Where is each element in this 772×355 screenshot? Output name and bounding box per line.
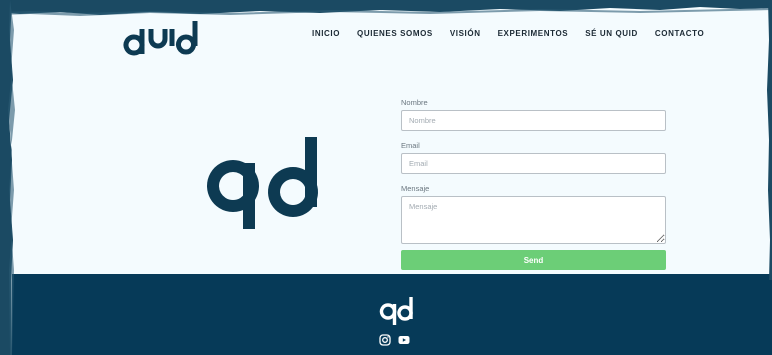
instagram-icon[interactable] xyxy=(379,334,391,346)
nav-experimentos[interactable]: EXPERIMENTOS xyxy=(498,29,569,38)
main-nav: INICIO QUIENES SOMOS VISIÓN EXPERIMENTOS… xyxy=(312,29,721,38)
send-button[interactable]: Send xyxy=(401,250,666,270)
social-links xyxy=(379,334,410,346)
nav-se-un-quid[interactable]: SÉ UN QUID xyxy=(585,29,638,38)
brush-edge-top xyxy=(0,0,772,16)
page: INICIO QUIENES SOMOS VISIÓN EXPERIMENTOS… xyxy=(0,0,772,355)
brush-edge-right xyxy=(767,0,772,280)
qd-logo-mark xyxy=(207,137,318,229)
nav-inicio[interactable]: INICIO xyxy=(312,29,340,38)
nav-contacto[interactable]: CONTACTO xyxy=(655,29,704,38)
brush-edge-left xyxy=(0,0,15,355)
footer-qd-logo[interactable] xyxy=(379,295,415,327)
email-field[interactable] xyxy=(401,153,666,174)
nav-vision[interactable]: VISIÓN xyxy=(450,29,481,38)
name-label: Nombre xyxy=(401,98,428,107)
message-label: Mensaje xyxy=(401,184,430,193)
name-field[interactable] xyxy=(401,110,666,131)
nav-quienes-somos[interactable]: QUIENES SOMOS xyxy=(357,29,433,38)
email-label: Email xyxy=(401,141,420,150)
message-field[interactable] xyxy=(401,196,666,244)
quid-logo[interactable] xyxy=(118,18,200,62)
contact-form: Nombre Email Mensaje Send xyxy=(401,98,667,270)
youtube-icon[interactable] xyxy=(398,334,410,346)
site-footer xyxy=(12,274,772,355)
